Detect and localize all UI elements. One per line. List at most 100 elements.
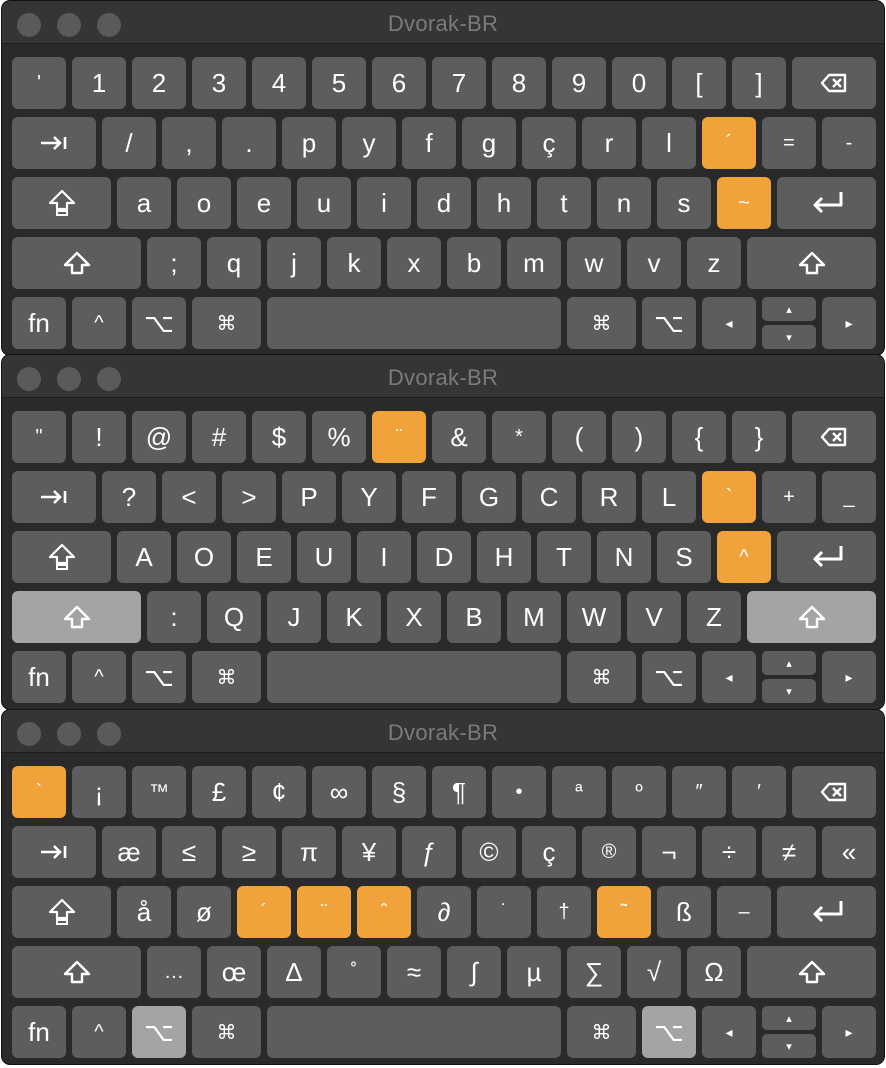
key-w3-r3-c8[interactable]: † [537,886,591,938]
key-w1-r2-c13[interactable]: - [822,117,876,169]
shift-right-key[interactable] [747,946,876,998]
key-w2-r1-c1[interactable]: " [12,411,66,463]
key-w1-r3-c1[interactable]: a [117,177,171,229]
key-w1-r4-c1[interactable]: ; [147,237,201,289]
command-right-key[interactable]: ⌘ [567,297,636,349]
key-w1-r2-c8[interactable]: ç [522,117,576,169]
key-w3-r1-c9[interactable]: • [492,766,546,818]
key-w3-r4-c1[interactable]: … [147,946,201,998]
key-w1-r1-c13[interactable]: ] [732,57,786,109]
key-w2-r3-c2[interactable]: O [177,531,231,583]
key-w2-r2-c4[interactable]: P [282,471,336,523]
key-w1-r3-c7[interactable]: h [477,177,531,229]
key-w2-r1-c8[interactable]: & [432,411,486,463]
key-w2-r3-c11[interactable]: ^ [717,531,771,583]
arrow-up-key[interactable]: ▴ [762,297,816,321]
shift-left-key[interactable] [12,237,141,289]
key-w3-r4-c7[interactable]: µ [507,946,561,998]
key-w2-r2-c5[interactable]: Y [342,471,396,523]
key-w2-r1-c7[interactable]: ¨ [372,411,426,463]
key-w1-r2-c10[interactable]: l [642,117,696,169]
key-w1-r4-c2[interactable]: q [207,237,261,289]
key-w1-r1-c7[interactable]: 6 [372,57,426,109]
key-w1-r4-c3[interactable]: j [267,237,321,289]
key-w1-r2-c3[interactable]: . [222,117,276,169]
key-w1-r3-c3[interactable]: e [237,177,291,229]
key-w2-r3-c4[interactable]: U [297,531,351,583]
command-left-key[interactable]: ⌘ [192,1006,261,1058]
fn-key[interactable]: fn [12,1006,66,1058]
key-w3-r3-c11[interactable]: – [717,886,771,938]
key-w1-r4-c6[interactable]: b [447,237,501,289]
arrow-right-key[interactable]: ▸ [822,651,876,703]
key-w1-r4-c8[interactable]: w [567,237,621,289]
key-w2-r2-c3[interactable]: > [222,471,276,523]
fn-key[interactable]: fn [12,651,66,703]
key-w3-r1-c7[interactable]: § [372,766,426,818]
key-w2-r3-c7[interactable]: H [477,531,531,583]
key-w2-r3-c8[interactable]: T [537,531,591,583]
key-w2-r2-c2[interactable]: < [162,471,216,523]
title-bar[interactable]: Dvorak-BR [2,355,884,398]
tab-key[interactable] [12,471,96,523]
key-w2-r2-c10[interactable]: L [642,471,696,523]
key-w3-r2-c9[interactable]: ® [582,826,636,878]
key-w1-r3-c4[interactable]: u [297,177,351,229]
key-w1-r2-c7[interactable]: g [462,117,516,169]
key-w2-r3-c10[interactable]: S [657,531,711,583]
key-w2-r4-c2[interactable]: Q [207,591,261,643]
option-right-key[interactable]: ⌥ [642,297,696,349]
key-w1-r2-c9[interactable]: r [582,117,636,169]
key-w3-r1-c11[interactable]: º [612,766,666,818]
key-w2-r1-c6[interactable]: % [312,411,366,463]
key-w3-r2-c12[interactable]: ≠ [762,826,816,878]
key-w3-r4-c2[interactable]: œ [207,946,261,998]
key-w1-r1-c4[interactable]: 3 [192,57,246,109]
key-w1-r1-c12[interactable]: [ [672,57,726,109]
key-w2-r4-c10[interactable]: Z [687,591,741,643]
key-w3-r4-c9[interactable]: √ [627,946,681,998]
arrow-down-key[interactable]: ▾ [762,1034,816,1058]
key-w1-r1-c5[interactable]: 4 [252,57,306,109]
key-w2-r1-c12[interactable]: { [672,411,726,463]
key-w2-r2-c1[interactable]: ? [102,471,156,523]
command-right-key[interactable]: ⌘ [567,1006,636,1058]
shift-right-key[interactable] [747,591,876,643]
key-w3-r1-c10[interactable]: ª [552,766,606,818]
key-w3-r2-c2[interactable]: ≤ [162,826,216,878]
key-w2-r4-c4[interactable]: K [327,591,381,643]
key-w1-r1-c10[interactable]: 9 [552,57,606,109]
key-w1-r2-c5[interactable]: y [342,117,396,169]
key-w2-r4-c1[interactable]: : [147,591,201,643]
arrow-right-key[interactable]: ▸ [822,297,876,349]
key-w1-r4-c4[interactable]: k [327,237,381,289]
space-key[interactable] [267,651,561,703]
key-w1-r4-c5[interactable]: x [387,237,441,289]
key-w1-r3-c9[interactable]: n [597,177,651,229]
key-w2-r1-c13[interactable]: } [732,411,786,463]
key-w2-r1-c2[interactable]: ! [72,411,126,463]
option-left-key[interactable]: ⌥ [132,651,186,703]
key-w2-r1-c5[interactable]: $ [252,411,306,463]
return-key[interactable] [777,177,876,229]
key-w1-r2-c4[interactable]: p [282,117,336,169]
key-w3-r3-c7[interactable]: ˙ [477,886,531,938]
key-w3-r2-c7[interactable]: © [462,826,516,878]
key-w2-r1-c9[interactable]: * [492,411,546,463]
key-w3-r3-c9[interactable]: ˜ [597,886,651,938]
key-w3-r3-c6[interactable]: ∂ [417,886,471,938]
key-w3-r2-c8[interactable]: ç [522,826,576,878]
key-w1-r2-c1[interactable]: / [102,117,156,169]
key-w3-r2-c4[interactable]: π [282,826,336,878]
key-w3-r1-c4[interactable]: £ [192,766,246,818]
key-w3-r1-c12[interactable]: ″ [672,766,726,818]
arrow-left-key[interactable]: ◂ [702,297,756,349]
arrow-down-key[interactable]: ▾ [762,679,816,703]
key-w3-r1-c5[interactable]: ¢ [252,766,306,818]
key-w2-r2-c12[interactable]: + [762,471,816,523]
key-w2-r3-c3[interactable]: E [237,531,291,583]
key-w1-r3-c2[interactable]: o [177,177,231,229]
caps-lock-key[interactable] [12,886,111,938]
key-w2-r4-c7[interactable]: M [507,591,561,643]
arrow-down-key[interactable]: ▾ [762,325,816,349]
